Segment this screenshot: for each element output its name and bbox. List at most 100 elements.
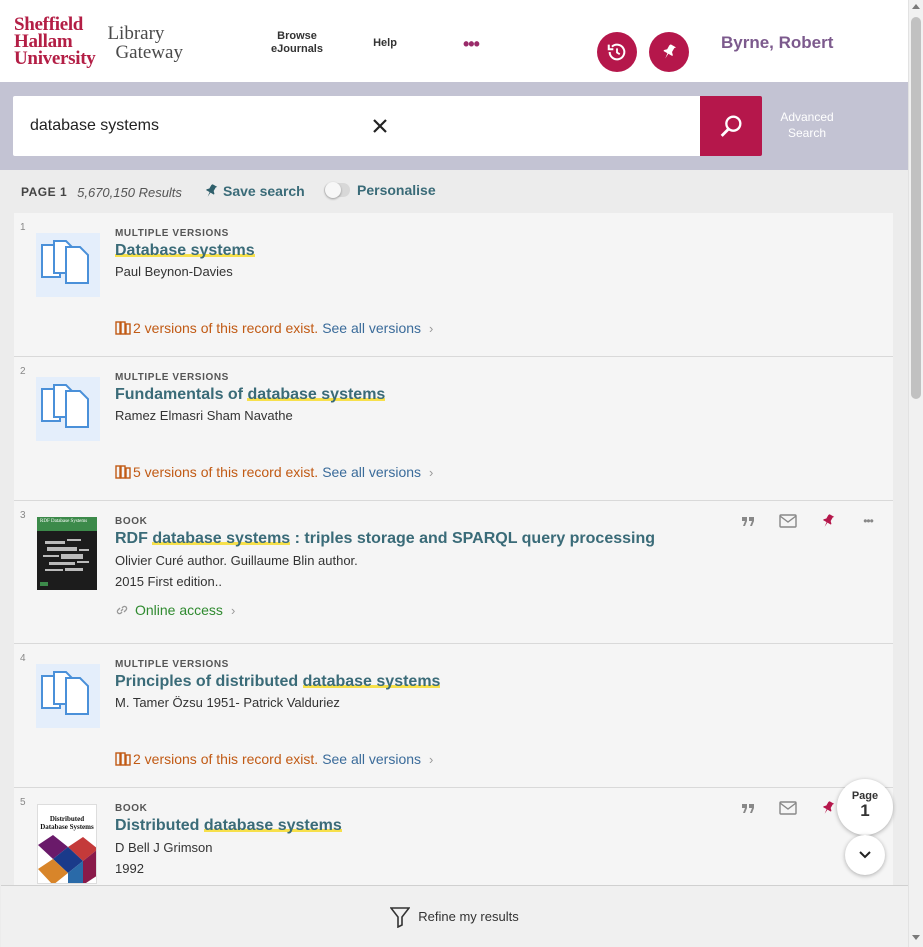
scroll-thumb[interactable] — [911, 17, 921, 399]
result-author: Olivier Curé author. Guillaume Blin auth… — [115, 553, 358, 568]
result-author: Ramez Elmasri Sham Navathe — [115, 408, 293, 423]
pin-icon — [823, 801, 835, 814]
more-icon: ••• — [863, 514, 874, 528]
title-highlight: database systems — [302, 673, 441, 690]
result-author: D Bell J Grimson — [115, 840, 213, 855]
result-title[interactable]: RDF database systems : triples storage a… — [115, 530, 655, 548]
result-item: 5 Distributed Database Systems BOOK Dist… — [14, 788, 893, 888]
see-all-versions-link[interactable]: See all versions — [322, 320, 421, 336]
scroll-down-arrow[interactable] — [912, 935, 920, 940]
more-icon[interactable]: ••• — [463, 34, 480, 55]
cover-title: Distributed Database Systems — [40, 815, 94, 831]
cite-button[interactable] — [738, 511, 758, 531]
search-history-button[interactable] — [597, 32, 637, 72]
result-index: 3 — [20, 510, 26, 521]
chevron-right-icon: › — [429, 320, 434, 336]
multiple-versions-thumbnail — [36, 664, 100, 728]
title-highlight: database systems — [203, 817, 342, 834]
page-pill[interactable]: Page 1 — [837, 779, 893, 835]
search-box — [13, 96, 700, 156]
logo-lg-line2: Gateway — [115, 41, 183, 63]
result-title[interactable]: Principles of distributed database syste… — [115, 673, 441, 691]
scrollbar[interactable] — [908, 0, 923, 947]
result-index: 2 — [20, 366, 26, 377]
nav-help[interactable]: Help — [366, 37, 404, 50]
title-highlight: database systems — [152, 530, 291, 547]
email-button[interactable] — [778, 798, 798, 818]
result-actions: ••• — [738, 511, 898, 531]
result-year: 1992 — [115, 861, 144, 876]
cover-title: RDF Database Systems — [37, 517, 97, 531]
chevron-right-icon: › — [230, 602, 236, 618]
logo-shu: Sheffield Hallam University — [14, 15, 96, 69]
filter-icon — [390, 906, 411, 928]
link-icon — [116, 605, 128, 615]
chevron-down-icon — [859, 851, 871, 859]
refine-label: Refine my results — [418, 909, 519, 924]
online-access-label: Online access — [135, 602, 223, 618]
versions-row: 5 versions of this record exist. See all… — [115, 464, 433, 480]
versions-row: 2 versions of this record exist. See all… — [115, 320, 433, 336]
email-button[interactable] — [778, 511, 798, 531]
refine-results-bar[interactable]: Refine my results — [1, 885, 908, 947]
result-item: 1 MULTIPLE VERSIONS Database systems Pau… — [14, 213, 893, 357]
save-search-label: Save search — [223, 183, 305, 199]
header: Sheffield Hallam University Library Gate… — [0, 0, 908, 82]
title-pre: RDF — [115, 530, 153, 547]
nav-browse-ejournals[interactable]: Browse eJournals — [268, 30, 326, 56]
more-actions-button[interactable]: ••• — [858, 511, 878, 531]
result-item: 4 MULTIPLE VERSIONS Principles of distri… — [14, 644, 893, 788]
result-item: 2 MULTIPLE VERSIONS Fundamentals of data… — [14, 357, 893, 501]
versions-icon — [115, 321, 131, 335]
versions-text: 5 versions of this record exist. — [133, 464, 319, 480]
page-indicator-number: 1 — [860, 801, 870, 820]
title-highlight: database systems — [247, 386, 386, 403]
book-cover[interactable]: Distributed Database Systems — [37, 804, 97, 884]
versions-text: 2 versions of this record exist. — [133, 751, 319, 767]
cite-button[interactable] — [738, 798, 758, 818]
result-title[interactable]: Database systems — [115, 242, 255, 260]
multiple-versions-thumbnail — [36, 377, 100, 441]
versions-text: 2 versions of this record exist. — [133, 320, 319, 336]
pin-result-button[interactable] — [818, 798, 838, 818]
title-pre: Fundamentals of — [115, 386, 248, 403]
personalise-toggle[interactable]: Personalise — [324, 182, 436, 198]
search-input[interactable] — [30, 96, 350, 156]
see-all-versions-link[interactable]: See all versions — [322, 464, 421, 480]
jump-down-button[interactable] — [845, 835, 885, 875]
title-highlight: Database systems — [115, 242, 255, 259]
result-index: 5 — [20, 797, 26, 808]
search-button[interactable] — [700, 96, 762, 156]
scroll-up-arrow[interactable] — [912, 4, 920, 9]
logo-library-gateway: Library Gateway — [107, 24, 183, 62]
book-cover[interactable]: RDF Database Systems — [37, 517, 97, 590]
result-title[interactable]: Distributed database systems — [115, 817, 342, 835]
online-access-link[interactable]: Online access › — [115, 602, 235, 618]
result-title[interactable]: Fundamentals of database systems — [115, 386, 386, 404]
results-bar: PAGE 1 5,670,150 Results — [21, 182, 182, 202]
toggle-switch[interactable] — [324, 182, 350, 198]
result-type: MULTIPLE VERSIONS — [115, 372, 229, 383]
result-item: 3 RDF Database Systems BOOK RDF database… — [14, 501, 893, 644]
result-author: M. Tamer Özsu 1951- Patrick Valduriez — [115, 695, 340, 710]
see-all-versions-link[interactable]: See all versions — [322, 751, 421, 767]
advanced-search-link[interactable]: Advanced Search — [772, 109, 842, 141]
versions-icon — [115, 465, 131, 479]
logo-lg-line1: Library — [107, 22, 165, 44]
pin-result-button[interactable] — [818, 511, 838, 531]
history-icon — [607, 43, 626, 61]
result-index: 4 — [20, 653, 26, 664]
nav-browse-line2: eJournals — [271, 43, 323, 55]
search-band: Advanced Search — [0, 82, 908, 170]
save-search-button[interactable]: Save search — [203, 182, 305, 200]
logo-line3: University — [14, 48, 96, 69]
user-name[interactable]: Byrne, Robert — [721, 33, 833, 53]
multiple-versions-thumbnail — [36, 233, 100, 297]
pin-icon — [823, 514, 835, 527]
clear-search-button[interactable] — [368, 114, 392, 138]
nav-browse-line1: Browse — [277, 30, 317, 42]
pinned-items-button[interactable] — [649, 32, 689, 72]
logo[interactable]: Sheffield Hallam University Library Gate… — [14, 15, 183, 69]
personalise-label: Personalise — [357, 182, 436, 198]
results-count: 5,670,150 Results — [77, 184, 182, 200]
